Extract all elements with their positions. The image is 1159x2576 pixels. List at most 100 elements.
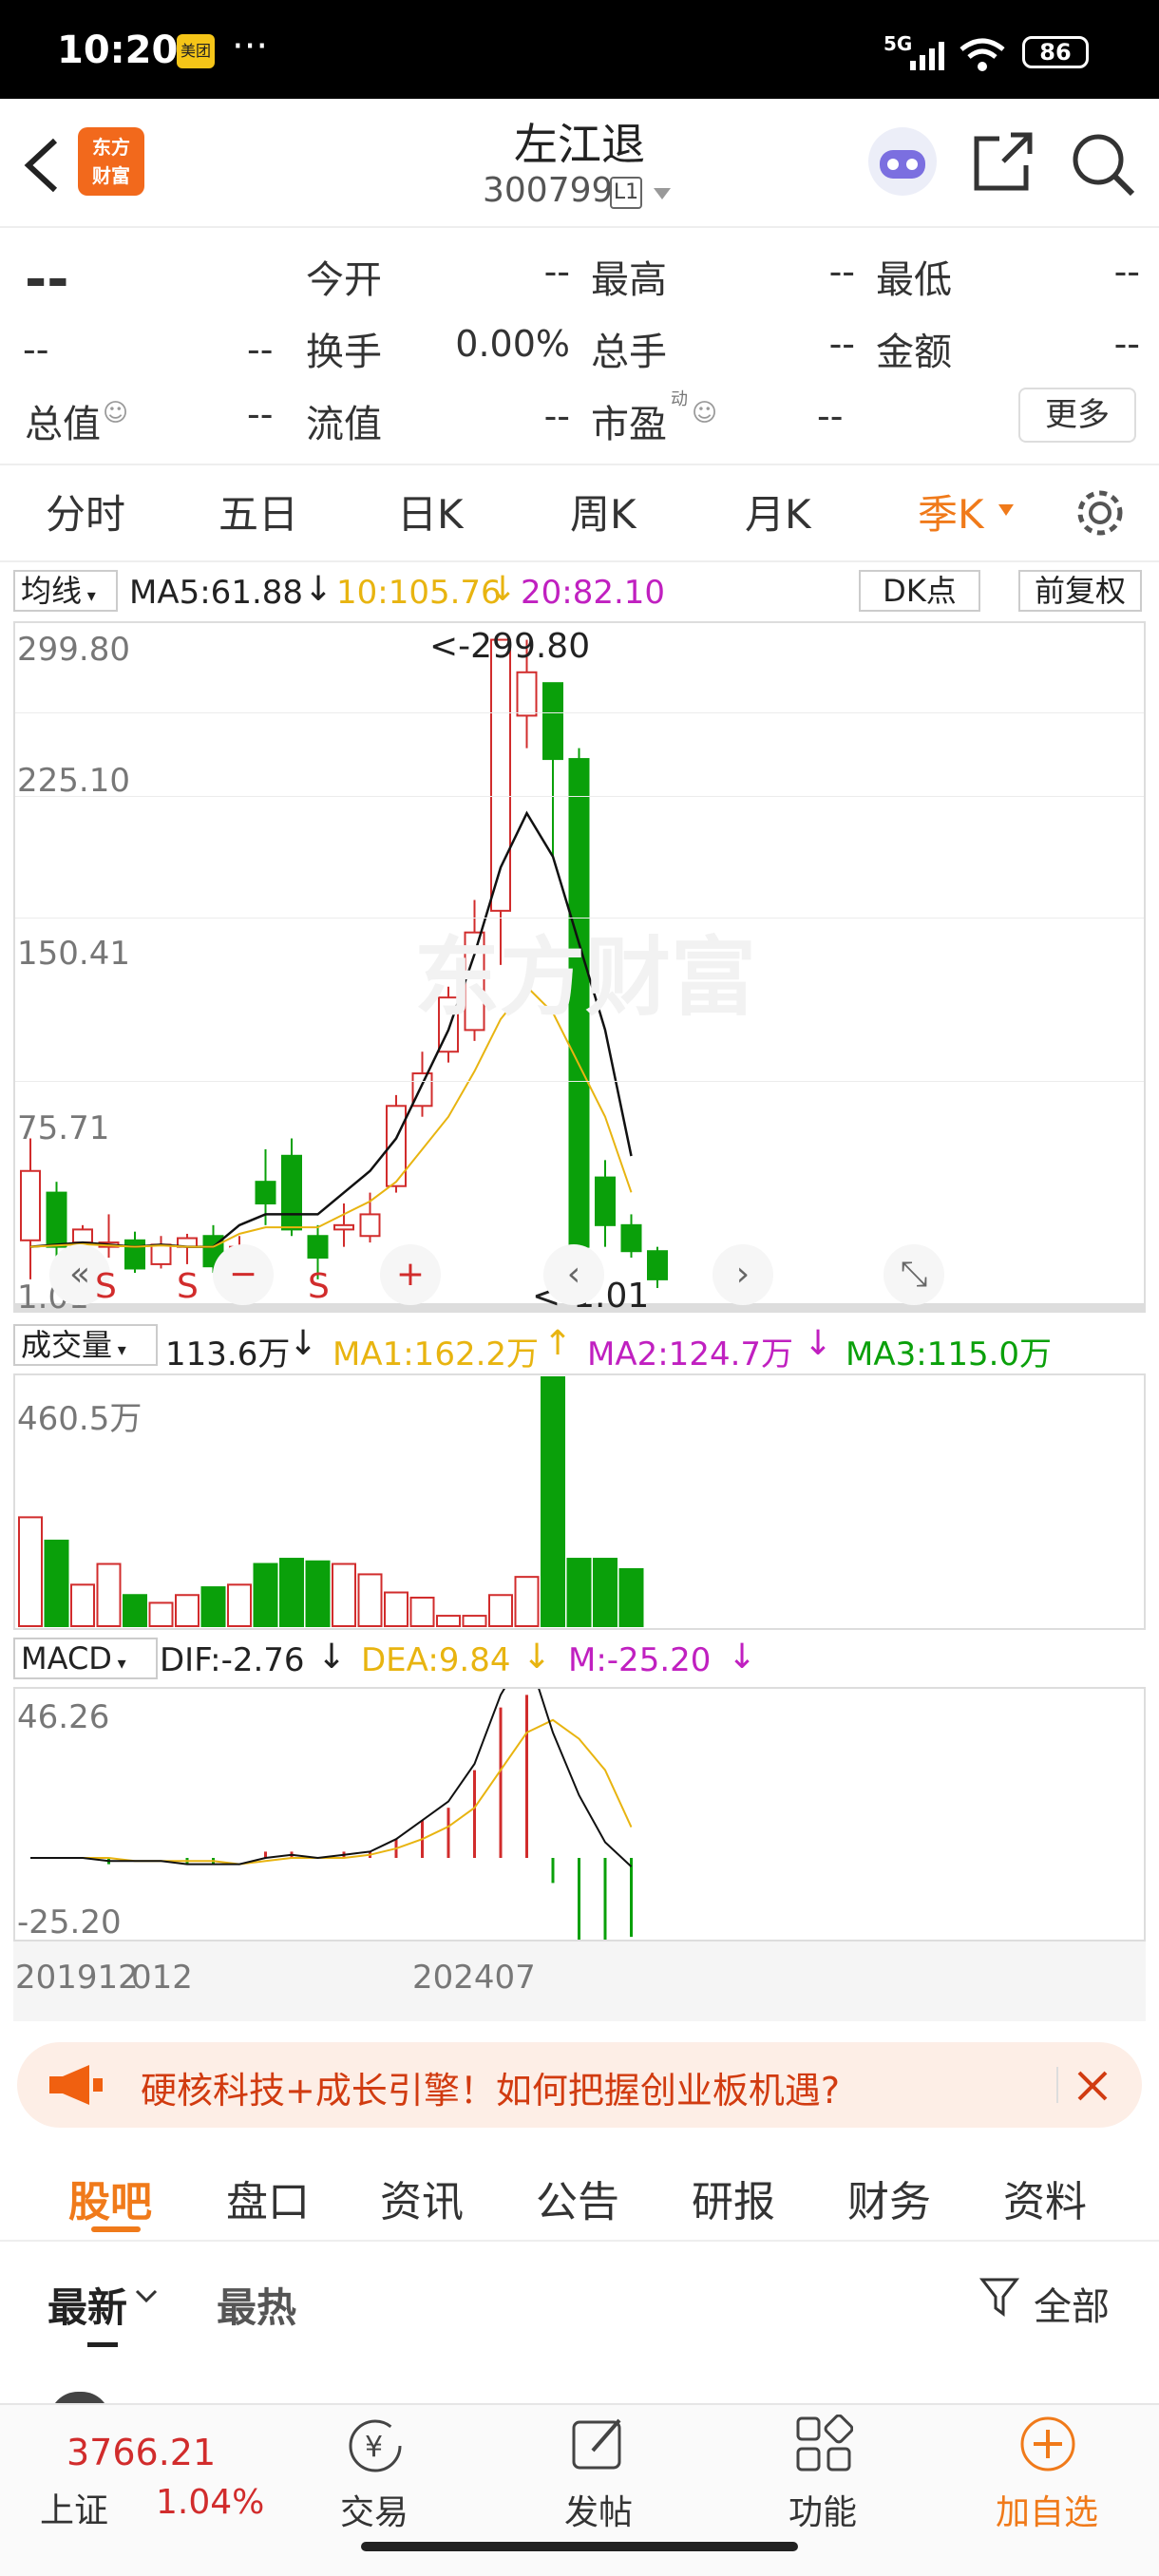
ma-selector[interactable]: 均线 ▾ bbox=[13, 570, 118, 612]
subtab-profile[interactable]: 资料 bbox=[1003, 2168, 1087, 2228]
status-bar: 10:20 美团 ··· 5G 86 bbox=[0, 0, 1159, 99]
volume-bar bbox=[488, 1594, 513, 1627]
settings-icon[interactable] bbox=[1074, 486, 1127, 540]
wifi-icon bbox=[960, 38, 1005, 71]
volume-bar bbox=[541, 1376, 565, 1627]
subtab-research[interactable]: 研报 bbox=[692, 2168, 775, 2228]
candle bbox=[359, 1213, 381, 1238]
more-button[interactable]: 更多 bbox=[1018, 388, 1136, 443]
divider bbox=[0, 2240, 1159, 2242]
sort-latest[interactable]: 最新 bbox=[48, 2276, 127, 2334]
trade-icon[interactable]: ¥ bbox=[344, 2415, 407, 2477]
svg-text:¥: ¥ bbox=[365, 2431, 383, 2464]
subtab-guba[interactable]: 股吧 bbox=[68, 2168, 152, 2228]
zoom-in-icon[interactable]: + bbox=[380, 1244, 441, 1305]
filter-icon[interactable] bbox=[978, 2276, 1022, 2321]
nav-function[interactable]: 功能 bbox=[788, 2485, 857, 2534]
index-value[interactable]: 3766.21 bbox=[66, 2432, 216, 2473]
macd-selector[interactable]: MACD ▾ bbox=[13, 1638, 158, 1679]
float-value: -- bbox=[543, 395, 570, 437]
adjust-button[interactable]: 前复权 bbox=[1018, 570, 1142, 612]
price-axis-label: 75.71 bbox=[17, 1109, 110, 1147]
caret-down-icon[interactable] bbox=[652, 186, 673, 201]
vol-ma2: MA2:124.7万 bbox=[587, 1335, 794, 1373]
open-value: -- bbox=[543, 251, 570, 293]
candle bbox=[72, 1228, 93, 1244]
fullscreen-icon[interactable]: ⤡ bbox=[884, 1244, 944, 1305]
tab-weekly[interactable]: 周K bbox=[570, 483, 636, 540]
volume-bar bbox=[227, 1583, 252, 1627]
tab-intraday[interactable]: 分时 bbox=[46, 483, 125, 540]
tab-monthly[interactable]: 月K bbox=[745, 483, 811, 540]
search-icon[interactable] bbox=[1070, 131, 1136, 198]
tab-daily[interactable]: 日K bbox=[397, 483, 464, 540]
volume-selector[interactable]: 成交量 ▾ bbox=[13, 1324, 158, 1366]
dk-button[interactable]: DK点 bbox=[859, 570, 980, 612]
low-label: 最低 bbox=[876, 258, 952, 302]
divider bbox=[0, 226, 1159, 228]
sell-marker: S bbox=[308, 1267, 330, 1306]
ma5-value: MA5:61.88 bbox=[129, 574, 304, 612]
chevron-down-icon[interactable] bbox=[135, 2289, 158, 2304]
turnover-label: 换手 bbox=[306, 331, 382, 374]
info-icon[interactable]: ☺ bbox=[692, 399, 717, 427]
candle bbox=[255, 1181, 276, 1205]
close-icon[interactable] bbox=[1074, 2067, 1112, 2105]
volume-value: 113.6万 bbox=[165, 1335, 291, 1373]
prev-icon[interactable]: ‹ bbox=[543, 1244, 604, 1305]
apps-icon[interactable] bbox=[794, 2415, 853, 2473]
robot-avatar-icon[interactable] bbox=[866, 125, 939, 198]
promo-banner[interactable]: 硬核科技+成长引擎！如何把握创业板机遇? bbox=[17, 2042, 1142, 2128]
filter-all[interactable]: 全部 bbox=[1034, 2276, 1110, 2331]
subtab-finance[interactable]: 财务 bbox=[847, 2168, 931, 2228]
macd-chart[interactable]: 46.26 -25.20 bbox=[13, 1687, 1146, 1941]
macd-svg bbox=[30, 1689, 633, 1940]
down-arrow: ↓ bbox=[304, 570, 333, 609]
candle bbox=[333, 1223, 354, 1231]
volume-chart[interactable]: 460.5万 bbox=[13, 1373, 1146, 1630]
volume-axis-label: 460.5万 bbox=[17, 1400, 142, 1438]
add-watchlist-icon[interactable] bbox=[1018, 2415, 1077, 2473]
level-badge: L1 bbox=[610, 177, 642, 209]
dif-line bbox=[30, 1689, 633, 1867]
index-pct[interactable]: 1.04% bbox=[156, 2483, 264, 2522]
ma-selector-label: 均线 bbox=[21, 573, 83, 609]
tab-5day[interactable]: 五日 bbox=[218, 483, 298, 540]
candle bbox=[516, 671, 538, 717]
post-icon[interactable] bbox=[570, 2415, 629, 2473]
volume-bar bbox=[357, 1573, 383, 1628]
pe-label: 市盈 bbox=[591, 403, 667, 446]
change-pct: -- bbox=[247, 329, 274, 370]
zoom-out-icon[interactable]: − bbox=[213, 1244, 274, 1305]
volume-bar bbox=[200, 1586, 226, 1627]
share-icon[interactable] bbox=[971, 131, 1037, 194]
volume-bar bbox=[514, 1576, 540, 1627]
megaphone-icon bbox=[49, 2065, 103, 2105]
volume-bar bbox=[462, 1615, 487, 1627]
nav-add-watchlist[interactable]: 加自选 bbox=[996, 2485, 1098, 2534]
volume-bar bbox=[279, 1558, 304, 1628]
next-icon[interactable]: › bbox=[712, 1244, 773, 1305]
index-name[interactable]: 上证 bbox=[40, 2483, 108, 2532]
sort-hot[interactable]: 最热 bbox=[217, 2276, 296, 2334]
vol-ma3: MA3:115.0万 bbox=[846, 1335, 1053, 1373]
subtab-news[interactable]: 资讯 bbox=[380, 2168, 464, 2228]
caret-down-icon[interactable] bbox=[998, 503, 1015, 517]
volume-bar bbox=[253, 1563, 278, 1627]
volume-bar bbox=[409, 1596, 435, 1628]
ma10-value: 10:105.76 bbox=[336, 574, 502, 612]
candle bbox=[124, 1239, 145, 1270]
price-chart[interactable]: 299.80 225.10 150.41 75.71 1.01 <-299.80… bbox=[13, 621, 1146, 1316]
subtab-pankou[interactable]: 盘口 bbox=[226, 2168, 310, 2228]
nav-post[interactable]: 发帖 bbox=[564, 2485, 633, 2534]
subtab-notice[interactable]: 公告 bbox=[536, 2168, 619, 2228]
macd-axis-label: -25.20 bbox=[17, 1904, 122, 1941]
macd-axis-label: 46.26 bbox=[17, 1698, 110, 1736]
nav-trade[interactable]: 交易 bbox=[340, 2485, 408, 2534]
tab-quarterly[interactable]: 季K bbox=[918, 483, 984, 540]
home-indicator bbox=[361, 2542, 798, 2551]
price-axis-label: 225.10 bbox=[17, 762, 130, 800]
turnover-value: 0.00% bbox=[455, 323, 570, 365]
down-arrow: ↓ bbox=[804, 1324, 833, 1363]
info-icon[interactable]: ☺ bbox=[103, 399, 128, 427]
